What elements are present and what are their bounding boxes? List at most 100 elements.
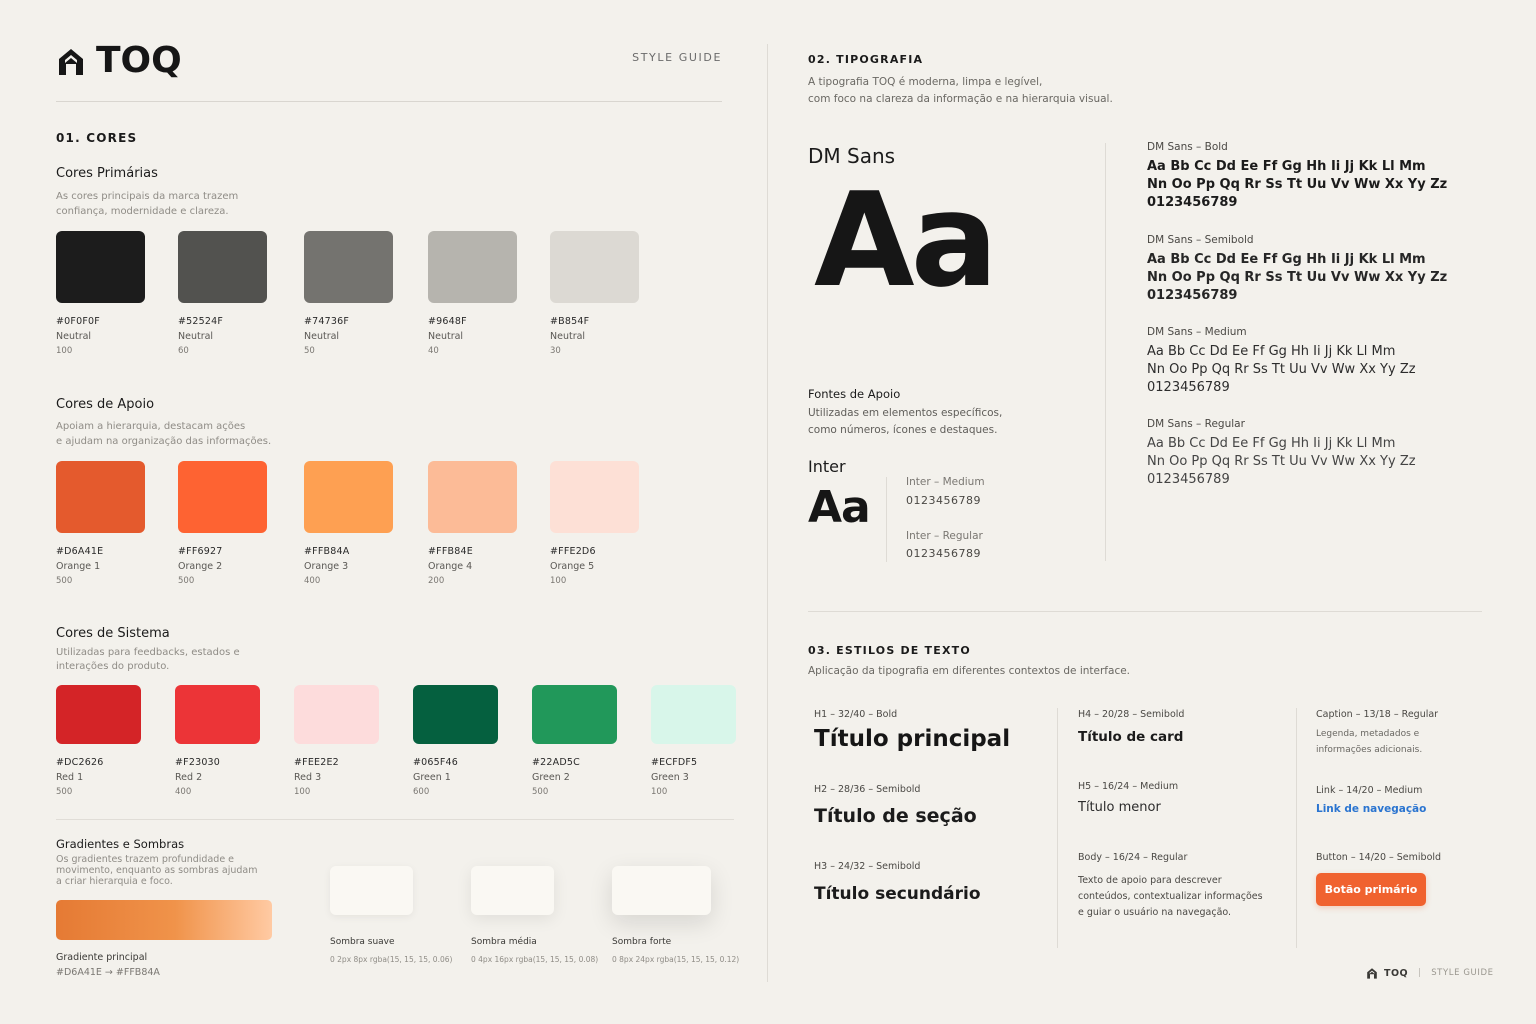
support-swatch-level: 200 <box>428 576 445 586</box>
weight-bold-line-1: Aa Bb Cc Dd Ee Ff Gg Hh Ii Jj Kk Ll Mm <box>1147 159 1426 174</box>
inter-regular-label: Inter – Regular <box>906 530 983 542</box>
system-colors-desc-2: interações do produto. <box>56 661 170 672</box>
weight-regular-line-1: Aa Bb Cc Dd Ee Ff Gg Hh Ii Jj Kk Ll Mm <box>1147 436 1396 451</box>
h5-sample: Título menor <box>1078 800 1161 815</box>
weight-semibold-line-2: Nn Oo Pp Qq Rr Ss Tt Uu Vv Ww Xx Yy Zz <box>1147 270 1448 285</box>
shadow-strong-sample <box>612 866 711 915</box>
weight-regular-line-2: Nn Oo Pp Qq Rr Ss Tt Uu Vv Ww Xx Yy Zz <box>1147 454 1416 469</box>
support-swatch-name: Orange 2 <box>178 561 223 572</box>
primary-swatch-name: Neutral <box>428 331 464 342</box>
support-swatch <box>304 461 393 533</box>
system-swatch-level: 100 <box>651 787 668 797</box>
system-swatch <box>175 685 260 744</box>
system-colors-title: Cores de Sistema <box>56 626 170 641</box>
typography-vline <box>1105 143 1106 561</box>
gradient-value: #D6A41E → #FFB84A <box>56 967 160 978</box>
primary-swatch <box>304 231 393 303</box>
system-swatch-name: Green 3 <box>651 772 689 783</box>
support-swatch <box>550 461 639 533</box>
section-typography-title: 02. TIPOGRAFIA <box>808 53 924 66</box>
gradient-label: Gradiente principal <box>56 952 148 963</box>
footer-separator: | <box>1418 968 1422 978</box>
system-swatch-hex: #F23030 <box>175 757 221 768</box>
style-guide-label: STYLE GUIDE <box>632 51 722 64</box>
gradients-title: Gradientes e Sombras <box>56 837 185 851</box>
text-styles-vline-1 <box>1057 708 1058 948</box>
house-icon <box>1367 968 1377 979</box>
navigation-link[interactable]: Link de navegação <box>1316 803 1426 815</box>
support-colors-desc-1: Apoiam a hierarquia, destacam ações <box>56 421 246 432</box>
support-swatch-level: 400 <box>304 576 321 586</box>
primary-colors-desc-1: As cores principais da marca trazem <box>56 191 239 202</box>
primary-swatch-hex: #52524F <box>178 316 224 327</box>
section-text-styles-title: 03. ESTILOS DE TEXTO <box>808 644 971 657</box>
weight-medium-line-1: Aa Bb Cc Dd Ee Ff Gg Hh Ii Jj Kk Ll Mm <box>1147 344 1396 359</box>
support-swatch <box>178 461 267 533</box>
h1-spec: H1 – 32/40 – Bold <box>814 709 898 720</box>
primary-colors-desc-2: confiança, modernidade e clareza. <box>56 206 229 217</box>
system-swatch-name: Red 3 <box>294 772 322 783</box>
primary-font-sample: Aa <box>814 164 998 316</box>
support-fonts-desc-1: Utilizadas em elementos específicos, <box>808 407 1003 419</box>
weight-bold-line-2: Nn Oo Pp Qq Rr Ss Tt Uu Vv Ww Xx Yy Zz <box>1147 177 1448 192</box>
link-spec: Link – 14/20 – Medium <box>1316 785 1423 796</box>
system-swatch <box>651 685 736 744</box>
system-swatch <box>532 685 617 744</box>
button-spec: Button – 14/20 – Semibold <box>1316 852 1442 863</box>
weight-medium-line-2: Nn Oo Pp Qq Rr Ss Tt Uu Vv Ww Xx Yy Zz <box>1147 362 1416 377</box>
footer: TOQ | STYLE GUIDE <box>1366 967 1494 979</box>
primary-swatch-level: 60 <box>178 346 189 356</box>
house-icon <box>59 48 83 75</box>
primary-swatch-hex: #B854F <box>550 316 590 327</box>
h3-sample: Título secundário <box>814 884 981 904</box>
primary-swatch-name: Neutral <box>304 331 340 342</box>
system-swatch-name: Red 2 <box>175 772 203 783</box>
weight-semibold-line-3: 0123456789 <box>1147 288 1238 303</box>
inter-medium-label: Inter – Medium <box>906 476 985 488</box>
main-gradient-swatch <box>56 900 272 940</box>
support-swatch-hex: #FFB84E <box>428 546 473 557</box>
h5-spec: H5 – 16/24 – Medium <box>1078 781 1179 792</box>
primary-swatch <box>56 231 145 303</box>
system-swatch-hex: #FEE2E2 <box>294 757 339 768</box>
system-colors-desc-1: Utilizadas para feedbacks, estados e <box>56 647 240 658</box>
support-swatch <box>428 461 517 533</box>
caption-sample-line-2: informações adicionais. <box>1316 745 1423 755</box>
primary-swatch-level: 100 <box>56 346 73 356</box>
primary-swatch <box>178 231 267 303</box>
inter-font-name: Inter <box>808 457 846 476</box>
inter-font-sample: Aa <box>808 482 871 533</box>
h2-sample: Título de seção <box>814 805 977 827</box>
primary-swatch-hex: #74736F <box>304 316 350 327</box>
system-swatch-hex: #065F46 <box>413 757 459 768</box>
system-swatch-level: 100 <box>294 787 311 797</box>
shadow-soft-label: Sombra suave <box>330 937 395 947</box>
support-swatch-level: 500 <box>178 576 195 586</box>
support-swatch-level: 100 <box>550 576 567 586</box>
primary-swatch-hex: #9648F <box>428 316 467 327</box>
primary-swatch-name: Neutral <box>56 331 92 342</box>
primary-button-label: Botão primário <box>1324 883 1418 896</box>
primary-swatch <box>428 231 517 303</box>
support-swatch-level: 500 <box>56 576 73 586</box>
weight-regular-line-3: 0123456789 <box>1147 472 1230 487</box>
shadow-soft-value: 0 2px 8px rgba(15, 15, 15, 0.06) <box>330 955 453 964</box>
header-divider <box>56 101 722 102</box>
support-swatch-name: Orange 1 <box>56 561 101 572</box>
system-swatch-hex: #ECFDF5 <box>651 757 698 768</box>
text-styles-vline-2 <box>1296 708 1297 948</box>
system-swatch <box>413 685 498 744</box>
body-spec: Body – 16/24 – Regular <box>1078 852 1188 863</box>
support-swatch-name: Orange 3 <box>304 561 349 572</box>
primary-swatch <box>550 231 639 303</box>
typography-intro-2: com foco na clareza da informação e na h… <box>808 93 1113 105</box>
primary-colors-title: Cores Primárias <box>56 166 158 181</box>
h4-sample: Título de card <box>1078 729 1184 745</box>
support-fonts-title: Fontes de Apoio <box>808 387 901 401</box>
support-swatch-hex: #D6A41E <box>56 546 104 557</box>
primary-button[interactable]: Botão primário <box>1316 873 1426 906</box>
system-swatch-name: Red 1 <box>56 772 84 783</box>
inter-regular-value: 0123456789 <box>906 547 981 560</box>
support-fonts-desc-2: como números, ícones e destaques. <box>808 424 998 436</box>
system-swatch-name: Green 1 <box>413 772 451 783</box>
